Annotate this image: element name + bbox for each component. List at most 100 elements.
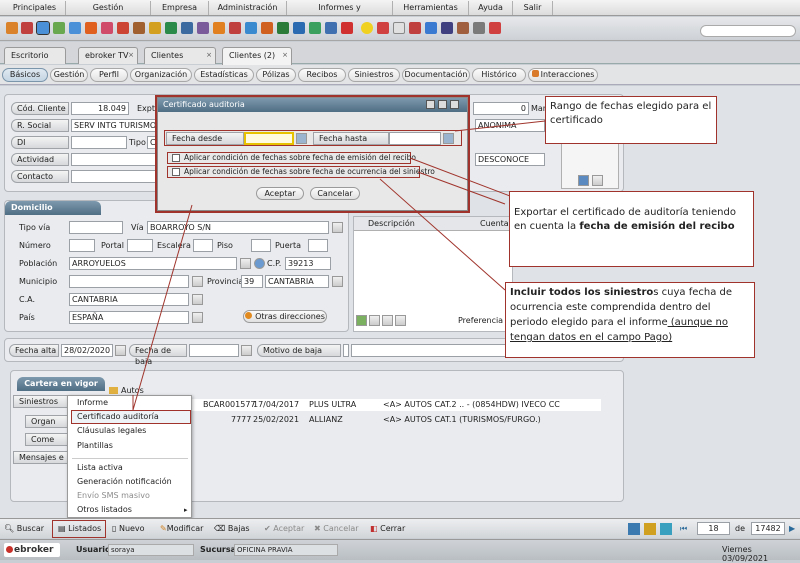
toolbar-icon[interactable]	[53, 22, 65, 34]
side-tab-organ[interactable]: Organ	[25, 415, 71, 428]
side-tab-mensajes[interactable]: Mensajes e	[13, 451, 71, 464]
next-record-icon[interactable]: ▶	[789, 523, 795, 535]
ca-field[interactable]: CANTABRIA	[69, 293, 189, 306]
via-field[interactable]: BOARROYO S/N	[147, 221, 329, 234]
provincia-field[interactable]: CANTABRIA	[265, 275, 329, 288]
menu-item-informe[interactable]: Informe	[77, 397, 108, 409]
menu-item-lista-activa[interactable]: Lista activa	[77, 462, 123, 474]
tipo-via-select[interactable]	[69, 221, 123, 234]
toolbar-icon[interactable]	[473, 22, 485, 34]
calendar-icon[interactable]	[115, 345, 126, 356]
toolbar-icon[interactable]	[377, 22, 389, 34]
pais-field[interactable]: ESPAÑA	[69, 311, 189, 324]
escalera-field[interactable]	[193, 239, 213, 252]
search-input[interactable]	[700, 25, 796, 37]
rsocial-field[interactable]: SERV INTG TURISMO Y	[71, 119, 161, 132]
export-icon[interactable]	[628, 523, 640, 535]
piso-field[interactable]	[251, 239, 271, 252]
dialog-cancelar-button[interactable]: Cancelar	[310, 187, 360, 200]
toolbar-icon[interactable]	[6, 22, 18, 34]
emision-checkbox[interactable]	[172, 154, 180, 162]
toolbar-icon[interactable]	[181, 22, 193, 34]
refresh-icon[interactable]	[660, 523, 672, 535]
dialog-aceptar-button[interactable]: Aceptar	[256, 187, 304, 200]
photo-delete-icon[interactable]	[592, 175, 603, 186]
subtab-documentacion[interactable]: Documentación	[402, 68, 470, 82]
fecha-alta-field[interactable]: 28/02/2020	[61, 344, 113, 357]
toolbar-icon[interactable]	[165, 22, 177, 34]
municipio-search-icon[interactable]	[192, 276, 203, 287]
toolbar-icon[interactable]	[117, 22, 129, 34]
menu-empresa[interactable]: Empresa	[151, 0, 209, 15]
toolbar-icon[interactable]	[101, 22, 113, 34]
subtab-basicos[interactable]: Básicos	[2, 68, 48, 82]
lightbulb-icon[interactable]	[361, 22, 373, 34]
menu-item-clausulas[interactable]: Cláusulas legales	[77, 425, 146, 437]
tab-clientes[interactable]: Clientes ×	[144, 47, 216, 64]
toolbar-icon[interactable]	[293, 22, 305, 34]
motivo-baja-code[interactable]	[343, 344, 349, 357]
forma-juridica-field[interactable]: ANONIMA	[475, 119, 545, 132]
menu-item-otros-listados[interactable]: Otros listados	[77, 504, 132, 516]
otras-direcciones-button[interactable]: Otras direcciones	[243, 310, 327, 323]
menu-item-plantillas[interactable]: Plantillas	[77, 440, 113, 452]
menu-herramientas[interactable]: Herramientas	[393, 0, 469, 15]
copy-icon[interactable]	[395, 315, 406, 326]
toolbar-icon[interactable]	[341, 22, 353, 34]
listados-button[interactable]: ▤ Listados	[58, 523, 101, 535]
motivo-baja-field[interactable]	[351, 344, 509, 357]
subtab-interacciones[interactable]: Interacciones	[528, 68, 598, 82]
toolbar-icon[interactable]	[149, 22, 161, 34]
calendar-icon[interactable]	[296, 133, 307, 144]
menu-administracion[interactable]: Administración	[209, 0, 287, 15]
print-icon[interactable]	[644, 523, 656, 535]
calendar-icon[interactable]	[241, 345, 252, 356]
help-icon[interactable]	[489, 22, 501, 34]
numero-field[interactable]	[69, 239, 95, 252]
fecha-desde-field[interactable]	[244, 132, 294, 145]
table-row[interactable]: BCAR001577 17/04/2017 PLUS ULTRA <A> AUT…	[191, 399, 601, 411]
fecha-baja-field[interactable]	[189, 344, 239, 357]
toolbar-icon[interactable]	[425, 22, 437, 34]
manual-number-field[interactable]: 0	[473, 102, 529, 115]
toolbar-icon[interactable]	[36, 21, 50, 35]
subtab-gestion[interactable]: Gestión	[50, 68, 88, 82]
toolbar-icon[interactable]	[309, 22, 321, 34]
subtab-historico[interactable]: Histórico	[472, 68, 526, 82]
di-field[interactable]	[71, 136, 127, 149]
toolbar-icon[interactable]	[229, 22, 241, 34]
poblacion-field[interactable]: ARROYUELOS	[69, 257, 237, 270]
toolbar-icon[interactable]	[21, 22, 33, 34]
portal-field[interactable]	[127, 239, 153, 252]
toolbar-icon[interactable]	[69, 22, 81, 34]
close-icon[interactable]: ×	[282, 48, 288, 63]
menu-item-generacion-notificacion[interactable]: Generación notificación	[77, 476, 172, 488]
help-icon[interactable]	[426, 100, 435, 109]
buscar-button[interactable]: 🔍︎ Buscar	[4, 523, 44, 535]
provincia-search-icon[interactable]	[332, 276, 343, 287]
puerta-field[interactable]	[308, 239, 328, 252]
toolbar-icon[interactable]	[393, 22, 405, 34]
menu-principales[interactable]: Principales	[4, 0, 66, 15]
toolbar-icon[interactable]	[245, 22, 257, 34]
modificar-button[interactable]: ✎Modificar	[160, 523, 203, 535]
toolbar-icon[interactable]	[197, 22, 209, 34]
municipio-field[interactable]	[69, 275, 189, 288]
toolbar-icon[interactable]	[457, 22, 469, 34]
toolbar-icon[interactable]	[213, 22, 225, 34]
photo-edit-icon[interactable]	[578, 175, 589, 186]
menu-salir[interactable]: Salir	[513, 0, 553, 15]
toolbar-icon[interactable]	[261, 22, 273, 34]
toolbar-icon[interactable]	[325, 22, 337, 34]
globe-icon[interactable]	[254, 258, 265, 269]
nuevo-button[interactable]: ▯ Nuevo	[112, 523, 145, 535]
menu-gestion-comercial[interactable]: Gestión comercial	[66, 0, 151, 26]
actividad-field[interactable]	[71, 153, 161, 166]
via-search-icon[interactable]	[332, 222, 343, 233]
subtab-siniestros[interactable]: Siniestros	[348, 68, 400, 82]
sector-field[interactable]: DESCONOCE	[475, 153, 545, 166]
subtab-estadisticas[interactable]: Estadísticas	[194, 68, 254, 82]
bajas-button[interactable]: ⌫ Bajas	[214, 523, 250, 535]
tab-ebroker-tv[interactable]: ebroker TV ×	[78, 47, 138, 64]
record-number-field[interactable]: 18	[697, 522, 730, 535]
